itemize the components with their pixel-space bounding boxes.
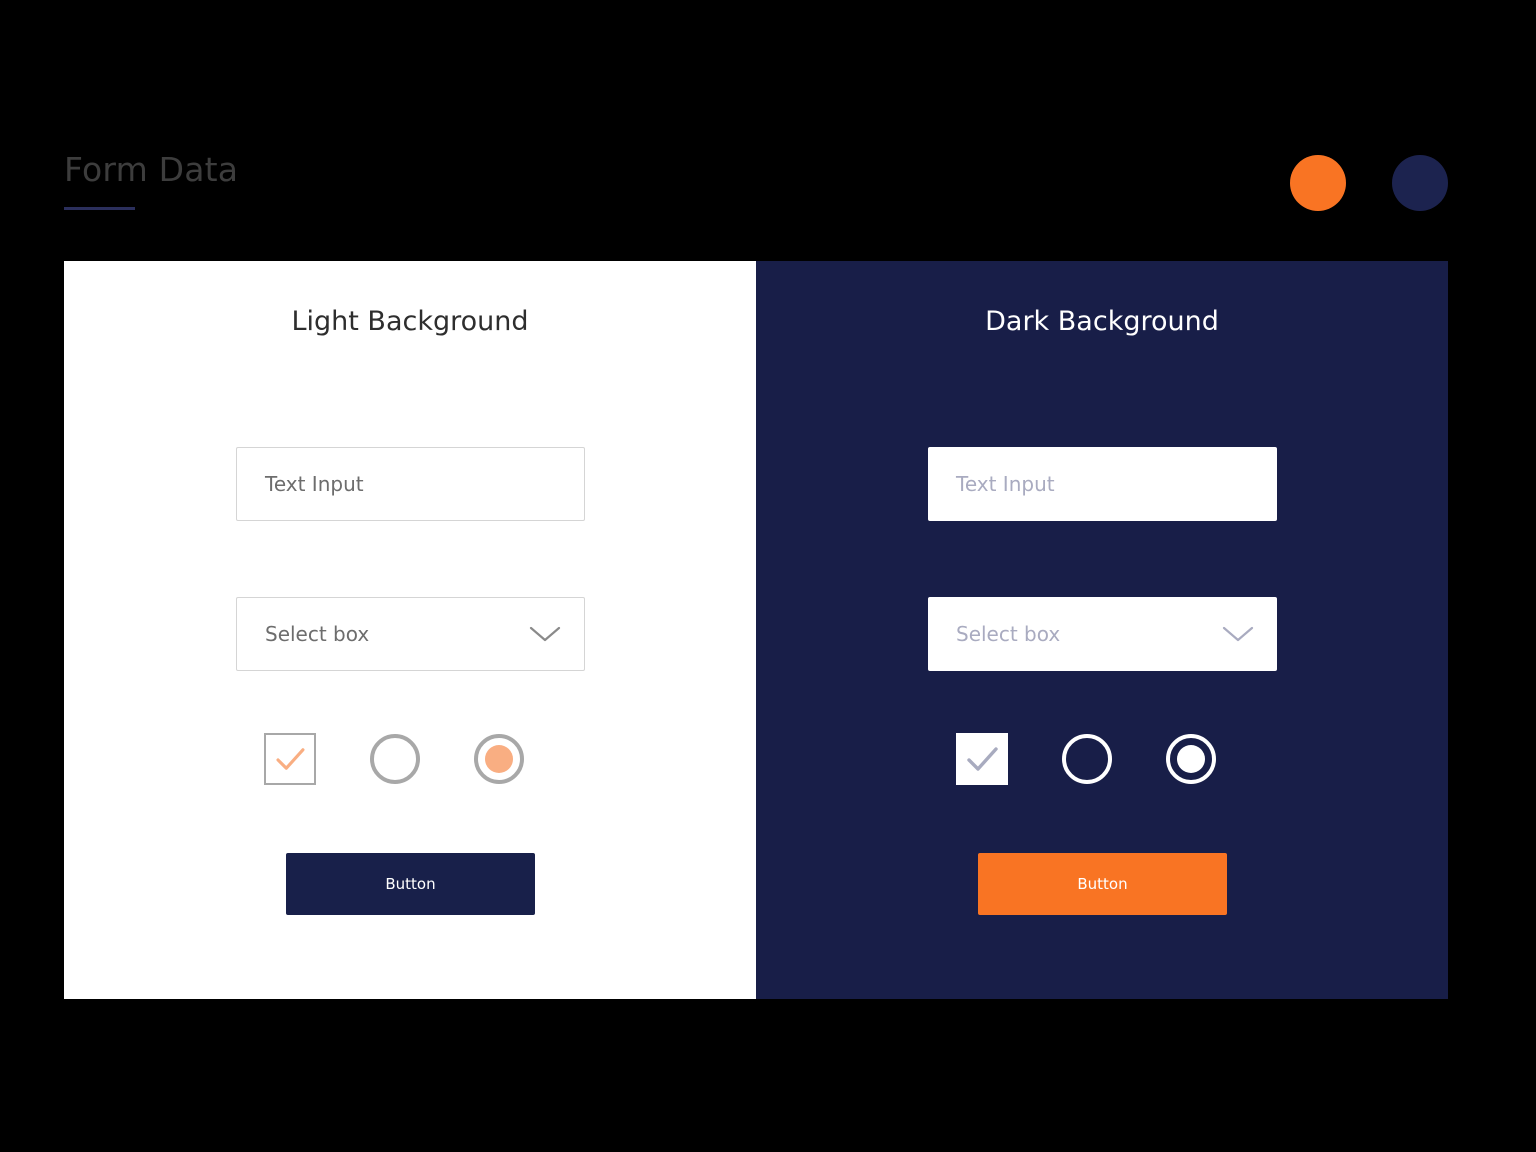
dark-radio-selected[interactable] (1166, 734, 1216, 784)
check-icon (276, 748, 305, 770)
color-swatches (1290, 155, 1448, 211)
chevron-down-icon (529, 626, 561, 642)
dark-panel-heading: Dark Background (985, 306, 1219, 337)
dark-radio-selected-dot (1177, 745, 1205, 773)
orange-swatch[interactable] (1290, 155, 1346, 211)
light-text-input-placeholder: Text Input (265, 472, 364, 496)
light-form-area: Text Input Select box Button (236, 447, 585, 915)
light-panel-heading: Light Background (291, 306, 529, 337)
light-select-box[interactable]: Select box (236, 597, 585, 671)
dark-radio-unselected[interactable] (1062, 734, 1112, 784)
dark-background-panel: Dark Background Text Input Select box Bu… (756, 261, 1448, 999)
light-radio-unselected[interactable] (370, 734, 420, 784)
dark-controls-row (928, 731, 1277, 787)
dark-submit-button[interactable]: Button (978, 853, 1227, 915)
light-radio-unselected-dot (381, 745, 409, 773)
navy-swatch[interactable] (1392, 155, 1448, 211)
check-icon (967, 747, 998, 771)
light-select-box-label: Select box (265, 622, 370, 646)
dark-form-area: Text Input Select box Button (928, 447, 1277, 915)
light-checkbox-checked[interactable] (264, 733, 316, 785)
light-text-input[interactable]: Text Input (236, 447, 585, 521)
title-underline (64, 207, 135, 210)
dark-radio-unselected-dot (1073, 745, 1101, 773)
dark-checkbox-checked[interactable] (956, 733, 1008, 785)
dark-text-input-placeholder: Text Input (956, 472, 1055, 496)
light-radio-selected-dot (485, 745, 513, 773)
panels-container: Light Background Text Input Select box B… (64, 261, 1448, 999)
page-title: Form Data (64, 150, 239, 189)
light-background-panel: Light Background Text Input Select box B… (64, 261, 756, 999)
dark-select-box-label: Select box (956, 622, 1061, 646)
light-submit-button[interactable]: Button (286, 853, 535, 915)
page-header: Form Data (64, 148, 1448, 220)
dark-select-box[interactable]: Select box (928, 597, 1277, 671)
light-controls-row (236, 731, 585, 787)
chevron-down-icon (1222, 626, 1254, 642)
light-radio-selected[interactable] (474, 734, 524, 784)
dark-text-input[interactable]: Text Input (928, 447, 1277, 521)
